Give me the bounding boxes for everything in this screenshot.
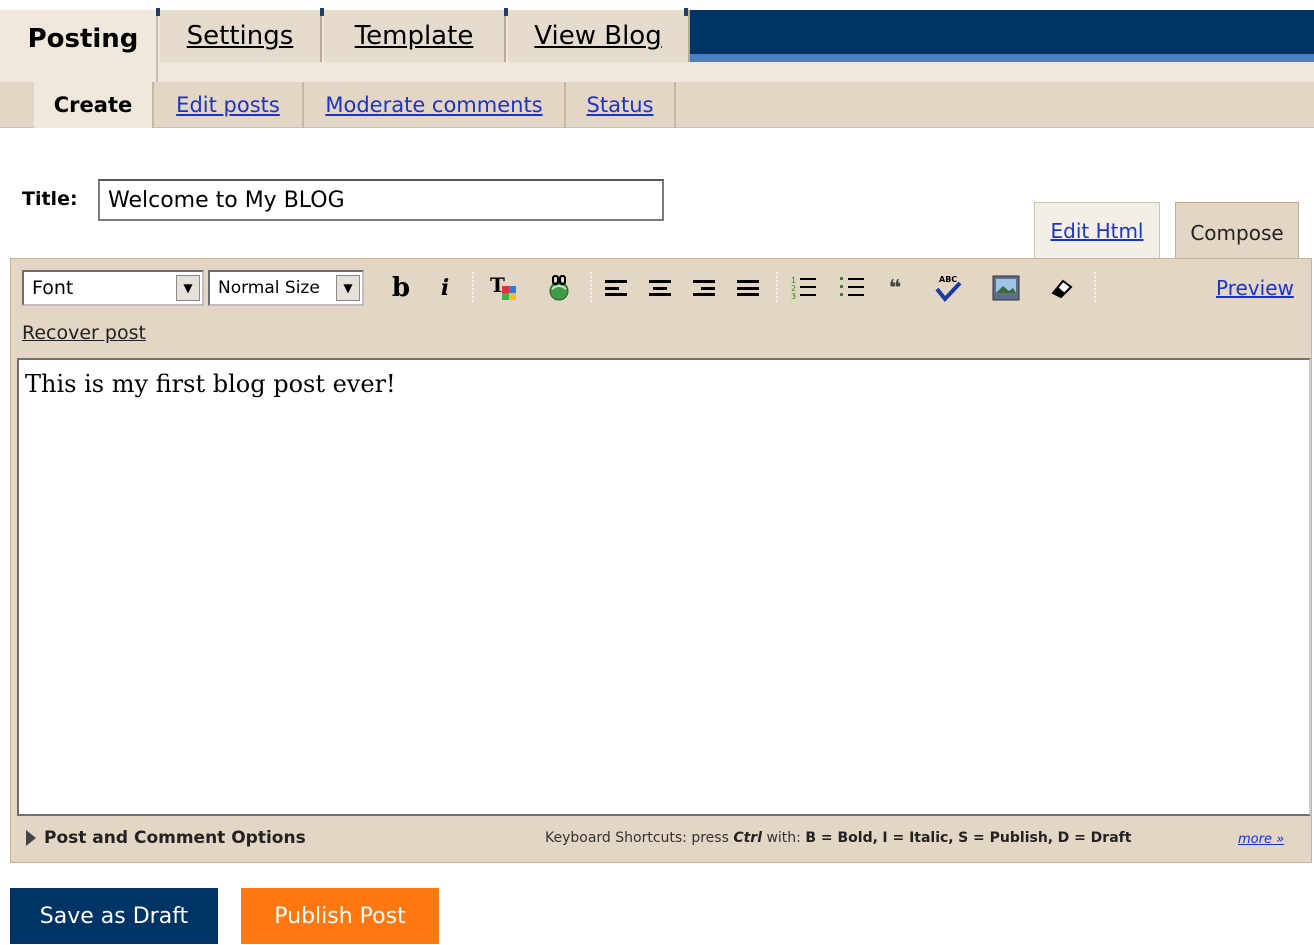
bullet-list-button[interactable] (834, 270, 870, 306)
spellcheck-icon: ABC (935, 275, 962, 303)
subtab-moderate-comments[interactable]: Moderate comments (304, 82, 566, 128)
post-body-editor[interactable]: This is my first blog post ever! (17, 358, 1311, 816)
shortcut-draft: D = Draft (1057, 830, 1132, 846)
shortcut-ctrl: Ctrl (733, 830, 763, 846)
shortcut-italic: I = Italic, (882, 830, 954, 846)
recover-post-link[interactable]: Recover post (22, 322, 146, 344)
eraser-icon (1051, 279, 1073, 299)
blockquote-button[interactable]: ❝ (880, 270, 910, 306)
font-select[interactable]: Font ▼ (22, 270, 204, 306)
numbered-list-icon: 1 2 3 (791, 276, 816, 301)
tab-notch (684, 8, 688, 16)
subtab-edit-posts[interactable]: Edit posts (154, 82, 304, 128)
toolbar-separator (776, 272, 778, 302)
bullet-list-icon (840, 277, 864, 296)
toolbar-separator (1094, 272, 1096, 302)
expand-arrow-icon (26, 830, 36, 846)
subtab-create[interactable]: Create (34, 82, 154, 128)
align-center-button[interactable] (644, 270, 676, 306)
font-select-value: Font (32, 277, 74, 299)
post-options-label: Post and Comment Options (44, 828, 306, 848)
remove-formatting-button[interactable] (1046, 270, 1078, 306)
svg-text:ABC: ABC (939, 275, 957, 284)
header-blue-line (690, 54, 1314, 62)
link-button[interactable] (540, 270, 578, 306)
svg-text:3: 3 (791, 292, 796, 301)
toolbar-separator (590, 272, 592, 302)
align-justify-icon (737, 280, 759, 296)
text-color-icon: T (490, 274, 516, 300)
header-navy-band (690, 10, 1314, 58)
align-left-button[interactable] (600, 270, 632, 306)
image-icon (992, 275, 1020, 301)
text-color-button[interactable]: T (484, 270, 522, 306)
numbered-list-button[interactable]: 1 2 3 (786, 270, 822, 306)
tab-settings[interactable]: Settings (160, 10, 322, 62)
chevron-down-icon: ▼ (176, 275, 200, 301)
publish-post-button[interactable]: Publish Post (241, 888, 439, 944)
align-left-icon (605, 280, 627, 296)
title-input[interactable] (98, 179, 664, 221)
spellcheck-button[interactable]: ABC (930, 270, 966, 306)
size-select[interactable]: Normal Size ▼ (208, 270, 364, 306)
shortcut-publish: S = Publish, (958, 830, 1054, 846)
shortcuts-intro: Keyboard Shortcuts: press (545, 830, 729, 846)
tab-view-blog[interactable]: View Blog (508, 10, 690, 62)
more-shortcuts-link[interactable]: more » (1238, 832, 1284, 847)
shortcuts-with: with: (766, 830, 801, 846)
compose-tab[interactable]: Compose (1175, 202, 1299, 262)
bold-button[interactable]: b (386, 270, 416, 306)
post-options-toggle[interactable]: Post and Comment Options (26, 828, 306, 848)
link-icon (549, 275, 569, 301)
italic-button[interactable]: i (432, 270, 458, 306)
size-select-value: Normal Size (218, 278, 320, 298)
align-justify-button[interactable] (732, 270, 764, 306)
tab-posting[interactable]: Posting (10, 10, 158, 82)
chevron-down-icon: ▼ (336, 275, 360, 301)
shortcut-bold: B = Bold, (805, 830, 878, 846)
title-label: Title: (22, 188, 78, 210)
align-right-button[interactable] (688, 270, 720, 306)
save-draft-button[interactable]: Save as Draft (10, 888, 218, 944)
toolbar-separator (472, 272, 474, 302)
blockquote-icon: ❝ (888, 275, 902, 301)
insert-image-button[interactable] (988, 270, 1024, 306)
keyboard-shortcuts-hint: Keyboard Shortcuts: press Ctrl with: B =… (545, 830, 1131, 846)
tab-template[interactable]: Template (324, 10, 506, 62)
edit-html-tab[interactable]: Edit Html (1034, 202, 1160, 258)
align-center-icon (649, 280, 671, 296)
preview-link[interactable]: Preview (1216, 276, 1294, 300)
align-right-icon (693, 280, 715, 296)
subtab-status[interactable]: Status (566, 82, 676, 128)
